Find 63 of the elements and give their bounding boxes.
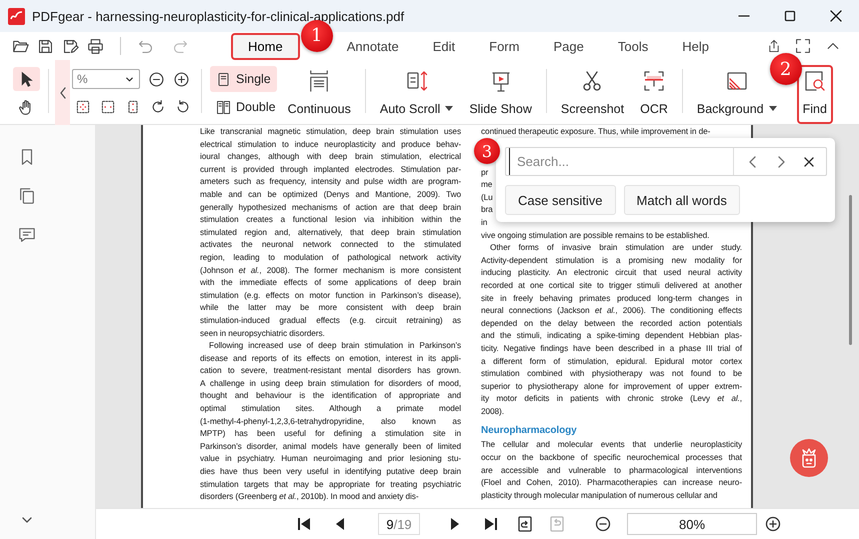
save-as-icon[interactable]: [62, 38, 79, 54]
search-field[interactable]: Search...: [505, 147, 827, 176]
menu-tab[interactable]: Form: [472, 32, 536, 60]
maximize-icon[interactable]: [784, 10, 796, 22]
toolbar-button[interactable]: Auto Scroll: [374, 65, 460, 124]
double-page-icon: [216, 100, 231, 114]
body-paragraph: continued therapeutic exposure. Thus, while improvement in de-: [481, 125, 712, 138]
view-mode-button[interactable]: Double: [210, 94, 282, 120]
search-option-button[interactable]: Case sensitive: [505, 185, 616, 215]
toolbar-button[interactable]: OCR: [634, 65, 674, 124]
pages-icon[interactable]: [18, 187, 36, 205]
menu-tab[interactable]: Help: [665, 32, 726, 60]
body-paragraph: Other forms of invasive brain stimulation are under study. Activity-dependent stimulation is a promising new modality for inducing plasticity. An electronic circuit that used neural activity recorded at one cortical site to trigger stimuli delivered at another site in freely behaving primates produced long-term changes in neural connections (Jackson et al., 2006). The conditioning effects depended on the delay between the recorded action potentials and the stimuli, indicating a spike-timing dependent Hebbian plas- ticity. Negative findings have been described in a phase III trial of a different form of stimulation, epidural. Epidural motor cortex stimulation combined with physiotherapy was not found to be superior to physiotherapy alone for improvement of upper extrem- ity motor deficits in patients with chronic stroke (Levy et al., 2008).: [481, 241, 742, 418]
body-paragraph: The cellular and molecular events that underlie neuroplasticity occur on the backbone of specific neurochemical processes that are accessible and vulnerable to pharmacological interventions (Floel and Cohen, 2010). Pharmacotherapies can increase neuro- plasticity through molecular manipulation of numerous cellular and: [481, 438, 742, 502]
menu-tab[interactable]: Home: [231, 32, 300, 60]
toolbar-button[interactable]: Screenshot: [554, 65, 630, 124]
toolbar-button[interactable]: Slide Show: [463, 65, 538, 124]
chevron-down-icon: [125, 74, 134, 84]
fullscreen-icon[interactable]: [795, 38, 811, 54]
continuous-pages-icon: [308, 69, 330, 93]
close-icon[interactable]: [802, 154, 816, 168]
zoom-out-icon[interactable]: [595, 516, 611, 532]
share-icon[interactable]: [767, 39, 781, 53]
section-heading: Neuropharmacology: [481, 424, 578, 438]
dropdown-caret-icon: [445, 106, 454, 112]
zoom-in-icon[interactable]: [173, 70, 190, 88]
app-logo-icon: [8, 8, 25, 24]
first-page-icon[interactable]: [296, 516, 312, 532]
rotate-page-icon[interactable]: [517, 516, 533, 532]
comment-icon[interactable]: [18, 226, 36, 244]
view-mode-button[interactable]: Single: [210, 66, 277, 92]
zoom-field[interactable]: 80%: [627, 513, 757, 535]
scrollbar-thumb[interactable]: [849, 195, 852, 345]
fit-width-icon[interactable]: [100, 99, 116, 115]
body-paragraph: Like transcranial magnetic stimulation, deep brain stimulation uses electrical stimulation to induce neuroplasticity and produce behav- ioural changes, although with deep brain stimulation, electrical current is provided through implanted electrodes. Stimulation par- ameters such as frequency, intensity and pulse width are program- mable and can be optimized (Denys and Mantione, 2009). Two generally hypothesized mechanisms of action are that deep brain stimulation creates a functional lesion via inhibition within the stimulated region and, alternatively, that deep brain stimulation activates the neuronal network connected to the stimulated region, leading to modulation of pathological network activity (Johnson et al., 2008). The former mechanism is more consistent with the immediate effects of some applications of deep brain stimulation (e.g. effects on motor function in Parkinson’s disease), while the latter may be more consistent with deep brain stimulation-induced gradual effects (e.g. circuit retraining) as seen in neuropsychiatric disorders.: [200, 125, 461, 340]
print-icon[interactable]: [87, 38, 104, 54]
zoom-combo[interactable]: %: [72, 69, 140, 89]
zoom-out-icon[interactable]: [148, 70, 165, 88]
view-mode-button[interactable]: Continuous: [282, 65, 357, 124]
ocr-icon: [642, 69, 666, 93]
zoom-in-icon[interactable]: [765, 516, 781, 532]
chevron-left-icon: [58, 86, 66, 98]
search-option-button[interactable]: Match all words: [624, 185, 740, 215]
body-paragraph: vive ongoing stimulation are possible remains to be established.: [481, 228, 710, 242]
rotate-counterclockwise-icon[interactable]: [175, 99, 191, 115]
body-paragraph: Following increased use of deep brain stimulation in Parkinson’s disease and reports of its effects on emotion, interest in its appli- cation to severe, treatment-resistant mental disorders has grown. A challenge in using deep brain stimulation for disorders of mood, thought and behaviour is the identification of appropriate and optimal stimulation sites. Although a primate model (1-methyl-4-phenyl-1,2,3,6-tetrahydropyridine, also known as MPTP) has been useful for defining a stimulation site in Parkinson’s disorder, animal models have generally been of limited value in psychiatry. Human neuroimaging and prior lesioning stu- dies have thus been very useful in identifying putative deep brain stimulation targets that may be appropriate for treating psychiatric disorders (Greenberg et al., 2010b). In mood and anxiety dis-: [200, 339, 461, 503]
menu-tab[interactable]: Edit: [416, 32, 472, 60]
last-page-icon[interactable]: [483, 516, 499, 532]
auto-scroll-icon: [404, 69, 429, 93]
select-tool-button[interactable]: [13, 67, 40, 91]
rotate-clockwise-icon[interactable]: [150, 99, 166, 115]
page-number-field[interactable]: 9/19: [378, 513, 420, 535]
save-icon[interactable]: [37, 38, 54, 54]
assistant-button[interactable]: [790, 439, 828, 477]
menu-tab[interactable]: Tools: [600, 32, 666, 60]
dropdown-caret-icon: [768, 106, 777, 112]
callout-badge: 2: [770, 53, 802, 85]
find-icon: [802, 69, 827, 93]
single-page-icon: [216, 72, 231, 86]
fit-page-icon[interactable]: [75, 99, 91, 115]
panel-collapse-handle[interactable]: [55, 60, 70, 125]
close-icon[interactable]: [830, 10, 842, 22]
menu-tab[interactable]: Page: [536, 32, 601, 60]
